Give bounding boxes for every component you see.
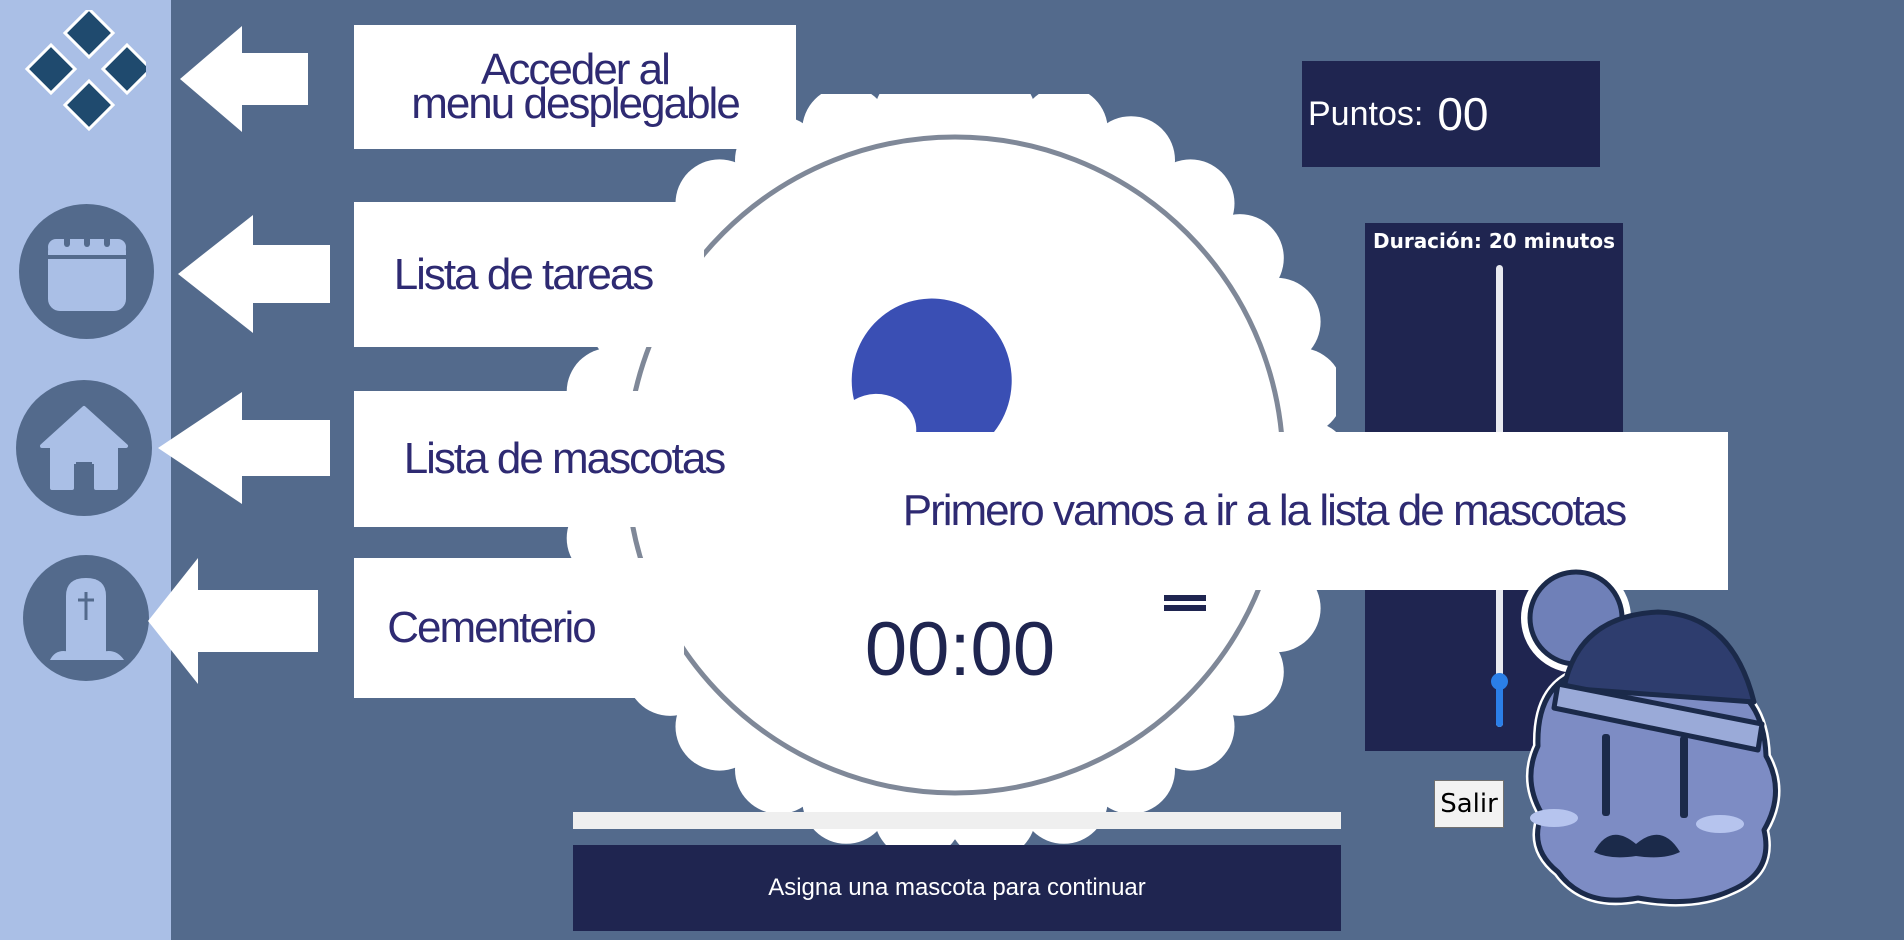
timer-progress-bar [573,812,1341,829]
arrow-left-icon [148,558,318,684]
gravestone-icon [50,578,124,660]
diamond-menu-icon [24,6,154,132]
points-value: 00 [1437,88,1489,140]
home-icon [40,406,128,490]
tutorial-menu-label: Acceder al menu desplegable [354,25,796,149]
arrow-left-icon [180,26,308,132]
sidebar-item-tasks[interactable] [19,204,154,339]
sidebar [0,0,171,940]
tutorial-tasks-label: Lista de tareas [354,202,704,347]
points-display: Puntos: 00 [1302,61,1600,167]
menu-label-line2: menu desplegable [411,79,741,128]
duration-slider-thumb[interactable] [1491,672,1508,690]
points-label: Puntos: [1308,94,1424,133]
tutorial-pets-label: Lista de mascotas [354,391,814,527]
exit-button[interactable]: Salir [1434,780,1504,828]
tutorial-cemetery-label: Cementerio [354,558,684,698]
mascot-guide [1521,563,1781,907]
calendar-icon [47,230,126,311]
assign-pet-status[interactable]: Asigna una mascota para continuar [573,845,1341,931]
tasks-label-text: Lista de tareas [393,249,655,299]
arrow-left-icon [158,392,330,504]
sidebar-item-cemetery[interactable] [23,555,149,681]
callout-text: Primero vamos a ir a la lista de mascota… [902,486,1628,535]
arrow-left-icon [178,215,330,333]
dropdown-menu-button[interactable] [22,6,154,134]
sidebar-item-pets[interactable] [16,380,152,516]
duration-label: Duración: 20 minutos [1372,229,1616,253]
pets-label-text: Lista de mascotas [403,434,727,483]
cemetery-label-text: Cementerio [387,603,596,652]
assign-pet-text: Asigna una mascota para continuar [768,874,1146,901]
timer-display: 00:00 [864,607,1056,692]
